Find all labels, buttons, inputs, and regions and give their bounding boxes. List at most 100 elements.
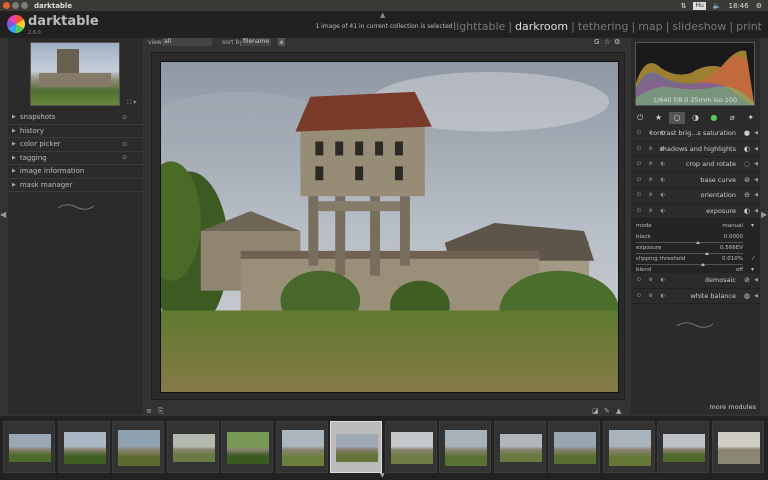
filmstrip-thumbnail[interactable]: [3, 421, 55, 473]
filmstrip-thumbnail[interactable]: [439, 421, 491, 473]
menu-icon[interactable]: ≡: [146, 407, 152, 415]
window-minimize-button[interactable]: [12, 2, 19, 9]
navigator-zoom-icon[interactable]: ⛶ ▾: [127, 99, 136, 107]
left-module-mask-manager[interactable]: ▶ mask manager: [8, 179, 143, 192]
left-module-color-picker[interactable]: ▶ color picker ⊙: [8, 138, 143, 152]
expand-arrow-icon: ▶: [12, 168, 16, 175]
expand-arrow-icon: ▶: [12, 181, 16, 188]
clock[interactable]: 18:46: [729, 2, 749, 10]
star-icon[interactable]: ☆: [604, 38, 610, 46]
module-controls-icon[interactable]: ⏻ ⚙ ◐: [637, 293, 668, 299]
module-controls-icon[interactable]: ⏻ ⚙ ◐: [637, 161, 668, 167]
param-label: exposure: [636, 245, 662, 251]
exposure-mode-combo[interactable]: mode manual ▾: [636, 222, 755, 233]
module-orientation[interactable]: ⏻ ⚙ ◐ orientation ⊖ ◀: [631, 188, 760, 204]
navigator-preview[interactable]: [30, 42, 120, 106]
module-controls-icon[interactable]: ⏻ ⚙ ◐: [637, 192, 668, 198]
histogram[interactable]: 1/640 f/8.0 25mm iso 100: [635, 42, 755, 106]
window-maximize-button[interactable]: [21, 2, 28, 9]
tone-group-icon[interactable]: ◑: [687, 112, 703, 124]
filmstrip-thumbnail[interactable]: [384, 421, 437, 473]
thumbnail-image: [499, 434, 542, 462]
filmstrip-thumbnail[interactable]: [57, 421, 110, 473]
filmstrip-thumbnail[interactable]: [221, 421, 273, 473]
keyboard-layout-indicator[interactable]: Hu: [693, 1, 706, 10]
left-module-history[interactable]: ▶ history: [8, 125, 143, 138]
module-shadows-and-highlights[interactable]: ⏻ ⚙ ◐ shadows and highlights ◐ ◀: [631, 142, 760, 157]
slider-track[interactable]: [636, 242, 743, 243]
volume-icon[interactable]: 🔈: [713, 2, 722, 10]
filmstrip-thumbnail[interactable]: [330, 421, 382, 473]
view-slideshow[interactable]: slideshow: [672, 20, 726, 33]
left-module-snapshots[interactable]: ▶ snapshots ⊙: [8, 111, 143, 125]
network-icon[interactable]: ⇅: [681, 2, 687, 10]
expand-arrow-icon: ▶: [12, 141, 16, 148]
view-lighttable[interactable]: lighttable: [453, 20, 505, 33]
exposure-exposure-slider[interactable]: exposure 0.566EV: [636, 244, 755, 255]
overexposed-icon[interactable]: ◪: [592, 407, 599, 415]
filmstrip-thumbnail[interactable]: [711, 421, 764, 473]
panel-ornament-icon: [676, 322, 714, 328]
basic-group-icon[interactable]: ○: [669, 112, 686, 124]
module-base-curve[interactable]: ⏻ ⚙ ◐ base curve ⊘ ◀: [631, 173, 760, 188]
correct-group-icon[interactable]: ⌀: [724, 112, 740, 124]
filmstrip-thumbnail[interactable]: [548, 421, 600, 473]
reset-icon[interactable]: ⊙: [122, 154, 127, 161]
expand-arrow-icon: ◀: [754, 207, 758, 214]
grouping-icon[interactable]: G: [594, 38, 599, 46]
gamut-check-icon[interactable]: ▲: [616, 407, 621, 415]
filmstrip-thumbnail[interactable]: [275, 421, 328, 473]
exposure-clipping-threshold-slider[interactable]: clipping threshold 0.010% ⁄: [636, 255, 755, 266]
power-group-icon[interactable]: ⏻: [632, 112, 648, 124]
picker-icon[interactable]: ⁄: [753, 255, 754, 262]
view-print[interactable]: print: [736, 20, 762, 33]
module-exposure[interactable]: ⏻ ⚙ ◐ exposure ◐ ◀: [631, 204, 760, 219]
filmstrip-thumbnail[interactable]: [166, 421, 219, 473]
slider-track[interactable]: [636, 264, 743, 265]
preferences-gear-icon[interactable]: ⚙: [614, 38, 620, 46]
left-panel: ⛶ ▾ ▶ snapshots ⊙ ▶ history ▶ color picker ⊙ ▶ ta…: [8, 38, 143, 414]
module-controls-icon[interactable]: ⏻ ⚙ ◐: [637, 277, 668, 283]
left-module-image-information[interactable]: ▶ image information: [8, 165, 143, 179]
module-name: exposure: [706, 206, 736, 215]
dropdown-arrow-icon[interactable]: ▾: [751, 266, 754, 273]
top-panel-collapse-icon[interactable]: ▲: [380, 11, 385, 19]
sort-direction-icon[interactable]: ▲: [278, 38, 285, 46]
bottom-panel-collapse-icon[interactable]: ▼: [380, 472, 385, 479]
module-controls-icon[interactable]: ⏻ ⚙ ◐: [637, 177, 668, 183]
module-controls-icon[interactable]: ⏻ ⚙ ◐: [637, 208, 668, 214]
left-module-label: image information: [19, 167, 85, 176]
view-tethering[interactable]: tethering: [578, 20, 629, 33]
exposure-black-slider[interactable]: black 0.0000: [636, 233, 755, 244]
sort-select[interactable]: filename: [241, 38, 271, 46]
color-group-icon[interactable]: ●: [706, 112, 722, 124]
favorites-group-icon[interactable]: ★: [651, 112, 667, 124]
module-demosaic[interactable]: ⏻ ⚙ ◐ demosaic ⊘ ◀: [631, 273, 760, 289]
reset-icon[interactable]: ⊙: [122, 141, 127, 148]
module-contrast-brig-s-saturation[interactable]: ⏻ ⚙ ◐ contrast brig...s saturation ● ◀: [631, 126, 760, 142]
left-module-tagging[interactable]: ▶ tagging ⊙: [8, 152, 143, 165]
softproof-icon[interactable]: ✎: [604, 407, 610, 415]
left-panel-collapse-icon[interactable]: ◀: [0, 210, 6, 219]
processing-module-list: ⏻ ⚙ ◐ contrast brig...s saturation ● ◀ ⏻ ⚙ ◐…: [631, 126, 760, 304]
view-darkroom[interactable]: darkroom: [515, 20, 568, 33]
reset-icon[interactable]: ⊙: [122, 114, 127, 121]
module-white-balance[interactable]: ⏻ ⚙ ◐ white balance ◍ ◀: [631, 289, 760, 304]
module-crop-and-rotate[interactable]: ⏻ ⚙ ◐ crop and rotate ◌ ◀: [631, 157, 760, 173]
dropdown-arrow-icon[interactable]: ▾: [751, 222, 754, 229]
slider-track[interactable]: [636, 253, 743, 254]
filmstrip-thumbnail[interactable]: [112, 421, 164, 473]
effect-group-icon[interactable]: ✦: [743, 112, 759, 124]
more-modules-button[interactable]: more modules: [709, 403, 756, 411]
view-map[interactable]: map: [638, 20, 662, 33]
window-close-button[interactable]: [3, 2, 10, 9]
filmstrip-thumbnail[interactable]: [657, 421, 709, 473]
style-icon[interactable]: ⎘: [158, 407, 164, 416]
main-image[interactable]: [160, 61, 619, 393]
right-panel-collapse-icon[interactable]: ▶: [761, 210, 767, 219]
gear-icon[interactable]: ⚙: [756, 2, 762, 10]
filmstrip-thumbnail[interactable]: [493, 421, 546, 473]
left-module-list: ▶ snapshots ⊙ ▶ history ▶ color picker ⊙ ▶ taggin…: [8, 111, 143, 192]
view-filter-select[interactable]: all: [162, 38, 212, 46]
filmstrip-thumbnail[interactable]: [602, 421, 655, 473]
